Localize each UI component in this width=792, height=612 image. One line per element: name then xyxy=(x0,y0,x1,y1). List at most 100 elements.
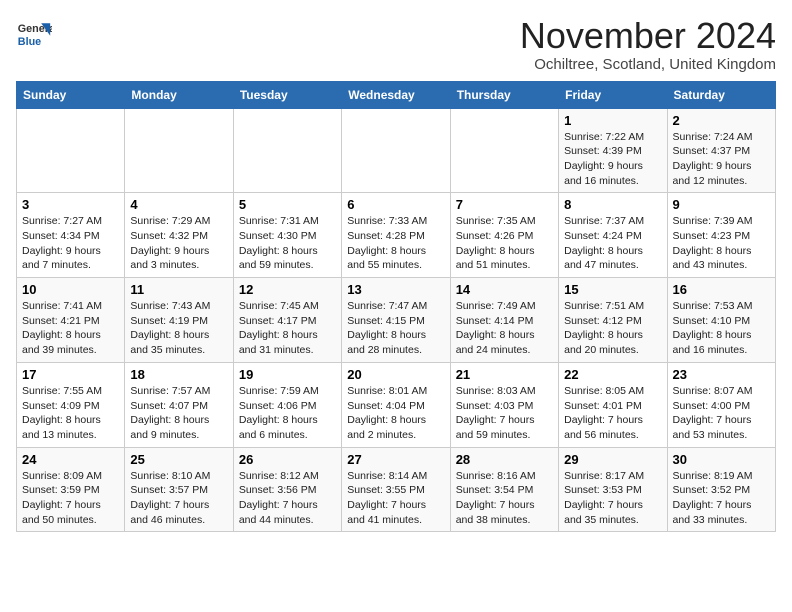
calendar-cell: 4 Sunrise: 7:29 AMSunset: 4:32 PMDaylight… xyxy=(125,193,233,278)
day-number: 3 xyxy=(22,197,119,212)
day-info: Sunrise: 7:35 AMSunset: 4:26 PMDaylight:… xyxy=(456,214,553,273)
day-number: 4 xyxy=(130,197,227,212)
day-info: Sunrise: 7:24 AMSunset: 4:37 PMDaylight:… xyxy=(673,130,770,189)
day-number: 12 xyxy=(239,282,336,297)
calendar-cell: 3 Sunrise: 7:27 AMSunset: 4:34 PMDaylight… xyxy=(17,193,125,278)
day-number: 18 xyxy=(130,367,227,382)
week-row-2: 3 Sunrise: 7:27 AMSunset: 4:34 PMDaylight… xyxy=(17,193,776,278)
title-area: November 2024 Ochiltree, Scotland, Unite… xyxy=(520,16,776,73)
day-number: 15 xyxy=(564,282,661,297)
day-number: 6 xyxy=(347,197,444,212)
calendar-cell xyxy=(233,108,341,193)
calendar-cell xyxy=(342,108,450,193)
calendar-cell: 29Sunrise: 8:17 AMSunset: 3:53 PMDayligh… xyxy=(559,447,667,532)
calendar-cell: 10 Sunrise: 7:41 AMSunset: 4:21 PMDayligh… xyxy=(17,278,125,363)
day-header-wednesday: Wednesday xyxy=(342,81,450,108)
logo: General Blue xyxy=(16,16,56,52)
day-number: 28 xyxy=(456,452,553,467)
day-info: Sunrise: 7:31 AMSunset: 4:30 PMDaylight:… xyxy=(239,214,336,273)
month-title: November 2024 xyxy=(520,16,776,56)
day-info: Sunrise: 7:43 AMSunset: 4:19 PMDaylight:… xyxy=(130,299,227,358)
day-number: 9 xyxy=(673,197,770,212)
calendar-cell: 1Sunrise: 7:22 AMSunset: 4:39 PMDaylight… xyxy=(559,108,667,193)
day-info: Sunrise: 8:19 AMSunset: 3:52 PMDaylight:… xyxy=(673,469,770,528)
day-info: Sunrise: 7:51 AMSunset: 4:12 PMDaylight:… xyxy=(564,299,661,358)
calendar-cell: 27 Sunrise: 8:14 AMSunset: 3:55 PMDayligh… xyxy=(342,447,450,532)
calendar-cell: 24Sunrise: 8:09 AMSunset: 3:59 PMDayligh… xyxy=(17,447,125,532)
day-number: 21 xyxy=(456,367,553,382)
day-info: Sunrise: 7:33 AMSunset: 4:28 PMDaylight:… xyxy=(347,214,444,273)
day-number: 8 xyxy=(564,197,661,212)
day-number: 5 xyxy=(239,197,336,212)
calendar-cell: 23 Sunrise: 8:07 AMSunset: 4:00 PMDayligh… xyxy=(667,362,775,447)
calendar-cell: 14Sunrise: 7:49 AMSunset: 4:14 PMDayligh… xyxy=(450,278,558,363)
day-info: Sunrise: 8:10 AMSunset: 3:57 PMDaylight:… xyxy=(130,469,227,528)
days-header-row: SundayMondayTuesdayWednesdayThursdayFrid… xyxy=(17,81,776,108)
header: General Blue November 2024 Ochiltree, Sc… xyxy=(16,16,776,73)
day-info: Sunrise: 7:37 AMSunset: 4:24 PMDaylight:… xyxy=(564,214,661,273)
calendar-table: SundayMondayTuesdayWednesdayThursdayFrid… xyxy=(16,81,776,533)
day-number: 13 xyxy=(347,282,444,297)
day-number: 23 xyxy=(673,367,770,382)
calendar-cell: 5 Sunrise: 7:31 AMSunset: 4:30 PMDaylight… xyxy=(233,193,341,278)
day-number: 25 xyxy=(130,452,227,467)
calendar-cell: 25 Sunrise: 8:10 AMSunset: 3:57 PMDayligh… xyxy=(125,447,233,532)
day-info: Sunrise: 7:29 AMSunset: 4:32 PMDaylight:… xyxy=(130,214,227,273)
day-number: 17 xyxy=(22,367,119,382)
svg-text:Blue: Blue xyxy=(18,36,41,48)
day-header-saturday: Saturday xyxy=(667,81,775,108)
calendar-cell: 9 Sunrise: 7:39 AMSunset: 4:23 PMDaylight… xyxy=(667,193,775,278)
calendar-cell: 21 Sunrise: 8:03 AMSunset: 4:03 PMDayligh… xyxy=(450,362,558,447)
day-number: 2 xyxy=(673,113,770,128)
calendar-cell: 16Sunrise: 7:53 AMSunset: 4:10 PMDayligh… xyxy=(667,278,775,363)
day-info: Sunrise: 7:27 AMSunset: 4:34 PMDaylight:… xyxy=(22,214,119,273)
calendar-cell: 13 Sunrise: 7:47 AMSunset: 4:15 PMDayligh… xyxy=(342,278,450,363)
calendar-cell: 26Sunrise: 8:12 AMSunset: 3:56 PMDayligh… xyxy=(233,447,341,532)
day-info: Sunrise: 7:47 AMSunset: 4:15 PMDaylight:… xyxy=(347,299,444,358)
day-number: 22 xyxy=(564,367,661,382)
calendar-cell xyxy=(450,108,558,193)
day-number: 7 xyxy=(456,197,553,212)
day-info: Sunrise: 8:12 AMSunset: 3:56 PMDaylight:… xyxy=(239,469,336,528)
day-number: 16 xyxy=(673,282,770,297)
calendar-cell: 2 Sunrise: 7:24 AMSunset: 4:37 PMDaylight… xyxy=(667,108,775,193)
day-number: 10 xyxy=(22,282,119,297)
day-info: Sunrise: 7:55 AMSunset: 4:09 PMDaylight:… xyxy=(22,384,119,443)
location-title: Ochiltree, Scotland, United Kingdom xyxy=(520,56,776,73)
calendar-cell: 7 Sunrise: 7:35 AMSunset: 4:26 PMDaylight… xyxy=(450,193,558,278)
day-info: Sunrise: 8:07 AMSunset: 4:00 PMDaylight:… xyxy=(673,384,770,443)
calendar-cell xyxy=(125,108,233,193)
calendar-cell xyxy=(17,108,125,193)
day-info: Sunrise: 8:03 AMSunset: 4:03 PMDaylight:… xyxy=(456,384,553,443)
day-number: 11 xyxy=(130,282,227,297)
day-info: Sunrise: 8:14 AMSunset: 3:55 PMDaylight:… xyxy=(347,469,444,528)
calendar-cell: 28 Sunrise: 8:16 AMSunset: 3:54 PMDayligh… xyxy=(450,447,558,532)
calendar-cell: 6 Sunrise: 7:33 AMSunset: 4:28 PMDaylight… xyxy=(342,193,450,278)
day-number: 20 xyxy=(347,367,444,382)
week-row-1: 1Sunrise: 7:22 AMSunset: 4:39 PMDaylight… xyxy=(17,108,776,193)
calendar-cell: 19Sunrise: 7:59 AMSunset: 4:06 PMDayligh… xyxy=(233,362,341,447)
day-number: 30 xyxy=(673,452,770,467)
day-info: Sunrise: 7:57 AMSunset: 4:07 PMDaylight:… xyxy=(130,384,227,443)
week-row-3: 10 Sunrise: 7:41 AMSunset: 4:21 PMDayligh… xyxy=(17,278,776,363)
day-info: Sunrise: 7:49 AMSunset: 4:14 PMDaylight:… xyxy=(456,299,553,358)
day-header-thursday: Thursday xyxy=(450,81,558,108)
day-info: Sunrise: 7:39 AMSunset: 4:23 PMDaylight:… xyxy=(673,214,770,273)
calendar-cell: 8 Sunrise: 7:37 AMSunset: 4:24 PMDaylight… xyxy=(559,193,667,278)
calendar-cell: 20 Sunrise: 8:01 AMSunset: 4:04 PMDayligh… xyxy=(342,362,450,447)
day-number: 27 xyxy=(347,452,444,467)
day-info: Sunrise: 7:22 AMSunset: 4:39 PMDaylight:… xyxy=(564,130,661,189)
day-header-friday: Friday xyxy=(559,81,667,108)
day-info: Sunrise: 8:01 AMSunset: 4:04 PMDaylight:… xyxy=(347,384,444,443)
day-info: Sunrise: 7:45 AMSunset: 4:17 PMDaylight:… xyxy=(239,299,336,358)
day-info: Sunrise: 8:16 AMSunset: 3:54 PMDaylight:… xyxy=(456,469,553,528)
day-info: Sunrise: 7:41 AMSunset: 4:21 PMDaylight:… xyxy=(22,299,119,358)
week-row-5: 24Sunrise: 8:09 AMSunset: 3:59 PMDayligh… xyxy=(17,447,776,532)
day-number: 19 xyxy=(239,367,336,382)
week-row-4: 17 Sunrise: 7:55 AMSunset: 4:09 PMDayligh… xyxy=(17,362,776,447)
day-number: 29 xyxy=(564,452,661,467)
calendar-cell: 17 Sunrise: 7:55 AMSunset: 4:09 PMDayligh… xyxy=(17,362,125,447)
day-header-sunday: Sunday xyxy=(17,81,125,108)
calendar-cell: 11 Sunrise: 7:43 AMSunset: 4:19 PMDayligh… xyxy=(125,278,233,363)
calendar-cell: 18 Sunrise: 7:57 AMSunset: 4:07 PMDayligh… xyxy=(125,362,233,447)
